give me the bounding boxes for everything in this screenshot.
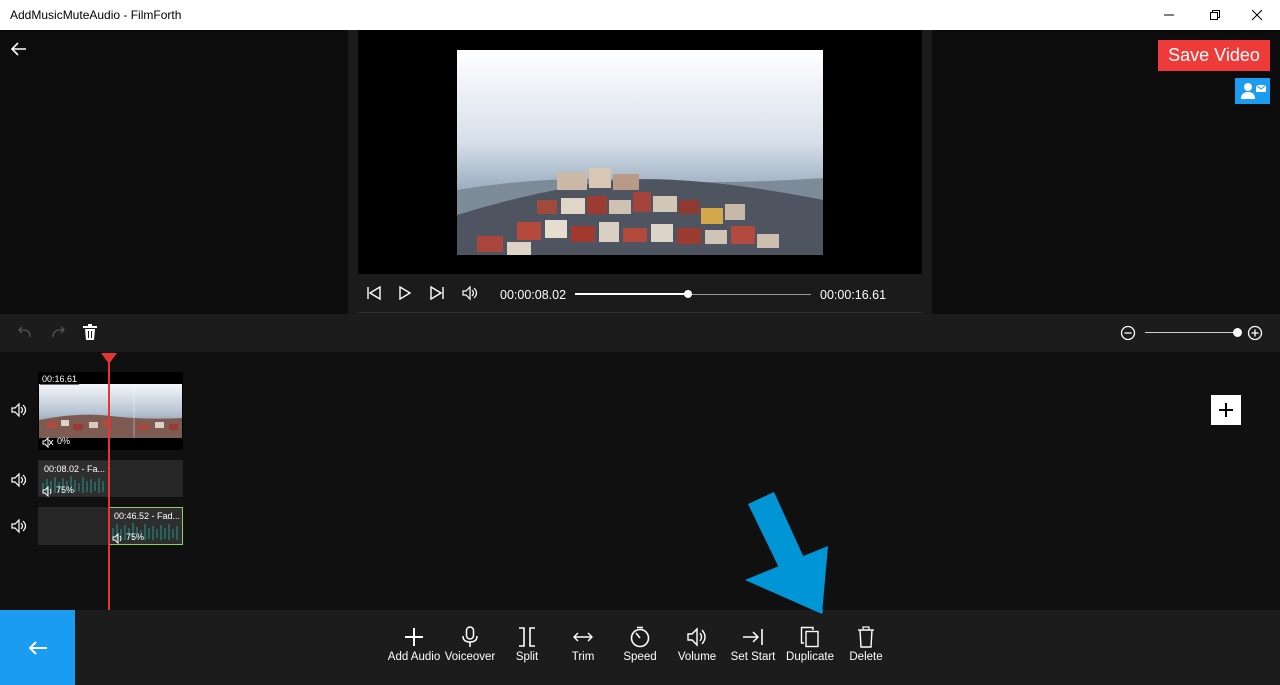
delete-label: Delete [849,651,883,663]
add-track-button[interactable] [1211,395,1241,425]
back-button[interactable] [8,38,30,60]
zoom-out-button[interactable] [1120,325,1136,341]
title-bar: AddMusicMuteAudio - FilmForth [0,0,1280,30]
next-button[interactable] [429,285,445,301]
trim-icon [573,632,593,642]
close-icon [1251,9,1263,21]
redo-icon [52,326,65,338]
zoom-out-icon [1120,325,1136,341]
duplicate-label: Duplicate [786,651,834,663]
trim-button[interactable]: Trim [555,624,611,668]
delete-icon [858,626,874,648]
close-button[interactable] [1234,0,1280,30]
minimize-icon [1164,14,1174,16]
trash-button[interactable] [82,324,98,341]
voiceover-label: Voiceover [444,651,496,663]
microphone-icon [462,626,478,647]
plus-icon [405,628,423,646]
video-frame-image [457,50,823,255]
playhead-line[interactable] [108,360,110,610]
total-time: 00:00:16.61 [820,288,887,302]
duplicate-icon [800,626,819,648]
video-clip-duration: 00:16.61 [40,373,80,385]
seek-progress [575,293,689,295]
video-clip[interactable]: 00:16.61 0% [38,372,183,450]
audio-track-2-volume-button[interactable] [10,518,28,534]
duplicate-button[interactable]: Duplicate [782,624,838,668]
video-clip-thumbnail [39,384,182,438]
volume-button[interactable]: Volume [669,624,725,668]
undo-icon [18,326,31,338]
contact-mail-icon [1240,83,1266,99]
edit-toolbar [0,314,1280,352]
speaker-icon [11,518,27,534]
split-label: Split [515,651,539,663]
mute-button[interactable] [461,285,479,301]
left-panel [0,30,348,314]
speed-icon [630,626,650,648]
skip-forward-icon [430,285,444,301]
volume-icon [687,627,706,647]
contact-button[interactable] [1235,78,1270,104]
undo-button[interactable] [17,325,33,341]
speaker-icon [112,531,124,549]
right-panel [932,30,1280,314]
delete-button[interactable]: Delete [838,624,894,668]
zoom-in-icon [1247,325,1263,341]
video-track-volume-button[interactable] [10,402,28,418]
volume-label: Volume [677,651,717,663]
voiceover-button[interactable]: Voiceover [442,624,498,668]
return-button[interactable] [0,610,75,685]
redo-button[interactable] [50,325,66,341]
audio-clip-2-label: 00:46.52 - Fad... [114,511,181,521]
add-audio-label: Add Audio [387,651,441,663]
set-start-button[interactable]: Set Start [725,624,781,668]
restore-icon [1210,10,1220,20]
speaker-icon [11,472,27,488]
window-title: AddMusicMuteAudio - FilmForth [10,8,182,22]
speaker-icon [462,285,478,301]
trash-icon [83,324,97,340]
playhead-marker-icon [101,353,117,364]
restore-button[interactable] [1192,0,1238,30]
zoom-track [1145,332,1239,333]
audio-clip-2-selected[interactable]: 00:46.52 - Fad... 75% [108,507,183,545]
back-arrow-icon [10,42,26,56]
split-button[interactable]: Split [499,624,555,668]
set-start-label: Set Start [730,651,776,663]
play-button[interactable] [397,285,413,301]
audio-clip-1-label: 00:08.02 - Fa... [44,464,106,474]
save-video-button[interactable]: Save Video [1158,40,1270,71]
back-arrow-icon [28,640,47,655]
audio-track-1-volume-button[interactable] [10,472,28,488]
speaker-icon [42,484,54,502]
audio-clip-2-volume: 75% [126,532,145,542]
audio-clip-1-volume: 75% [56,485,75,495]
audio-clip-1[interactable]: 00:08.02 - Fa... 75% [39,461,109,498]
timeline [0,352,1280,610]
playhead-handle[interactable] [100,352,118,364]
video-clip-volume: 0% [57,436,71,446]
current-time: 00:00:08.02 [500,288,567,302]
play-icon [399,285,412,301]
plus-icon [1219,403,1233,417]
seek-thumb[interactable] [684,290,693,298]
trim-label: Trim [571,651,595,663]
previous-button[interactable] [366,285,382,301]
zoom-in-button[interactable] [1247,325,1263,341]
speed-button[interactable]: Speed [612,624,668,668]
tutorial-arrow-annotation [745,492,828,614]
minimize-button[interactable] [1146,0,1192,30]
skip-back-icon [367,285,381,301]
seek-slider[interactable] [575,288,811,300]
speed-label: Speed [623,651,657,663]
split-icon [519,627,535,647]
muted-speaker-icon [42,435,54,453]
set-start-icon [743,629,763,645]
zoom-slider[interactable] [1145,327,1242,339]
speaker-icon [11,402,27,418]
add-audio-button[interactable]: Add Audio [386,624,442,668]
zoom-thumb[interactable] [1232,328,1242,337]
